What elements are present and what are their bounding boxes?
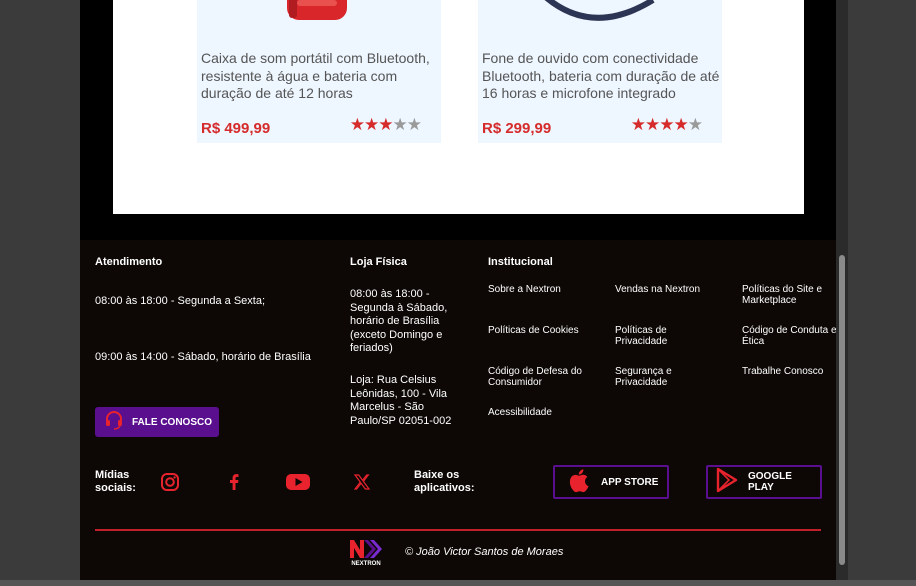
google-play-button[interactable]: GOOGLE PLAY [706,465,822,499]
institucional-title: Institucional [488,256,553,268]
link-politicas-site[interactable]: Políticas do Site e Marketplace [742,284,836,306]
product-rating: ★★★★★ [349,115,422,135]
copyright-text: © João Victor Santos de Moraes [405,546,564,558]
social-label: Mídias sociais: [95,469,136,494]
star-icon: ★ [630,115,646,134]
product-card-speaker[interactable]: Caixa de som portátil com Bluetooth, res… [197,0,441,143]
contact-button[interactable]: FALE CONOSCO [95,407,219,437]
atendimento-hours-saturday: 09:00 às 14:00 - Sábado, horário de Bras… [95,351,311,363]
loja-title: Loja Física [350,256,407,268]
product-description[interactable]: Fone de ouvido com conectividade Bluetoo… [482,50,720,103]
x-icon[interactable] [350,471,374,493]
link-conduta[interactable]: Código de Conduta e Ética [742,325,836,347]
page: Caixa de som portátil com Bluetooth, res… [80,0,836,580]
star-icon: ★ [673,115,689,134]
star-icon: ★ [687,115,703,134]
link-privacidade[interactable]: Políticas de Privacidade [615,325,705,347]
loja-hours: 08:00 às 18:00 - Segunda à Sábado, horár… [350,288,448,354]
facebook-icon[interactable] [222,471,246,493]
youtube-icon[interactable] [286,471,310,493]
product-card-headphone[interactable]: Fone de ouvido com conectividade Bluetoo… [478,0,722,143]
star-icon: ★ [659,115,674,134]
window-bottom-edge [0,580,916,586]
product-rating: ★★★★★ [630,115,703,135]
product-image-headphone[interactable] [478,0,722,40]
headset-icon [104,410,124,435]
atendimento-hours-weekday: 08:00 às 18:00 - Segunda a Sexta; [95,295,266,307]
link-sobre[interactable]: Sobre a Nextron [488,284,606,295]
link-cookies[interactable]: Políticas de Cookies [488,325,606,336]
link-trabalhe-conosco[interactable]: Trabalhe Conosco [742,366,836,377]
products-panel: Caixa de som portátil com Bluetooth, res… [113,0,804,214]
link-acessibilidade[interactable]: Acessibilidade [488,407,606,418]
app-store-label: APP STORE [601,476,659,488]
product-price: R$ 499,99 [201,120,271,137]
star-icon: ★ [364,115,379,134]
product-price: R$ 299,99 [482,120,552,137]
nextron-logo: NEXTRON [348,538,384,567]
play-store-icon [714,467,740,498]
footer-divider [95,529,821,531]
link-seguranca[interactable]: Segurança e Privacidade [615,366,705,388]
product-description[interactable]: Caixa de som portátil com Bluetooth, res… [201,50,439,103]
atendimento-title: Atendimento [95,256,163,268]
product-image-speaker[interactable] [197,0,441,40]
star-icon: ★ [378,115,393,134]
contact-button-label: FALE CONOSCO [132,416,213,428]
star-icon: ★ [392,115,408,134]
apps-label: Baixe os aplicativos: [414,469,475,494]
loja-address: Loja: Rua Celsius Leônidas, 100 - Vila M… [350,374,452,427]
google-play-label: GOOGLE PLAY [748,471,792,493]
link-defesa-consumidor[interactable]: Código de Defesa do Consumidor [488,366,592,388]
star-icon: ★ [645,115,660,134]
star-icon: ★ [406,115,422,134]
svg-text:NEXTRON: NEXTRON [351,561,380,566]
star-icon: ★ [349,115,365,134]
link-vendas[interactable]: Vendas na Nextron [615,284,733,295]
apple-icon [565,466,593,499]
scrollbar-thumb[interactable] [839,255,845,565]
instagram-icon[interactable] [158,471,182,493]
site-footer: Atendimento 08:00 às 18:00 - Segunda a S… [80,240,836,580]
app-store-button[interactable]: APP STORE [553,465,669,499]
